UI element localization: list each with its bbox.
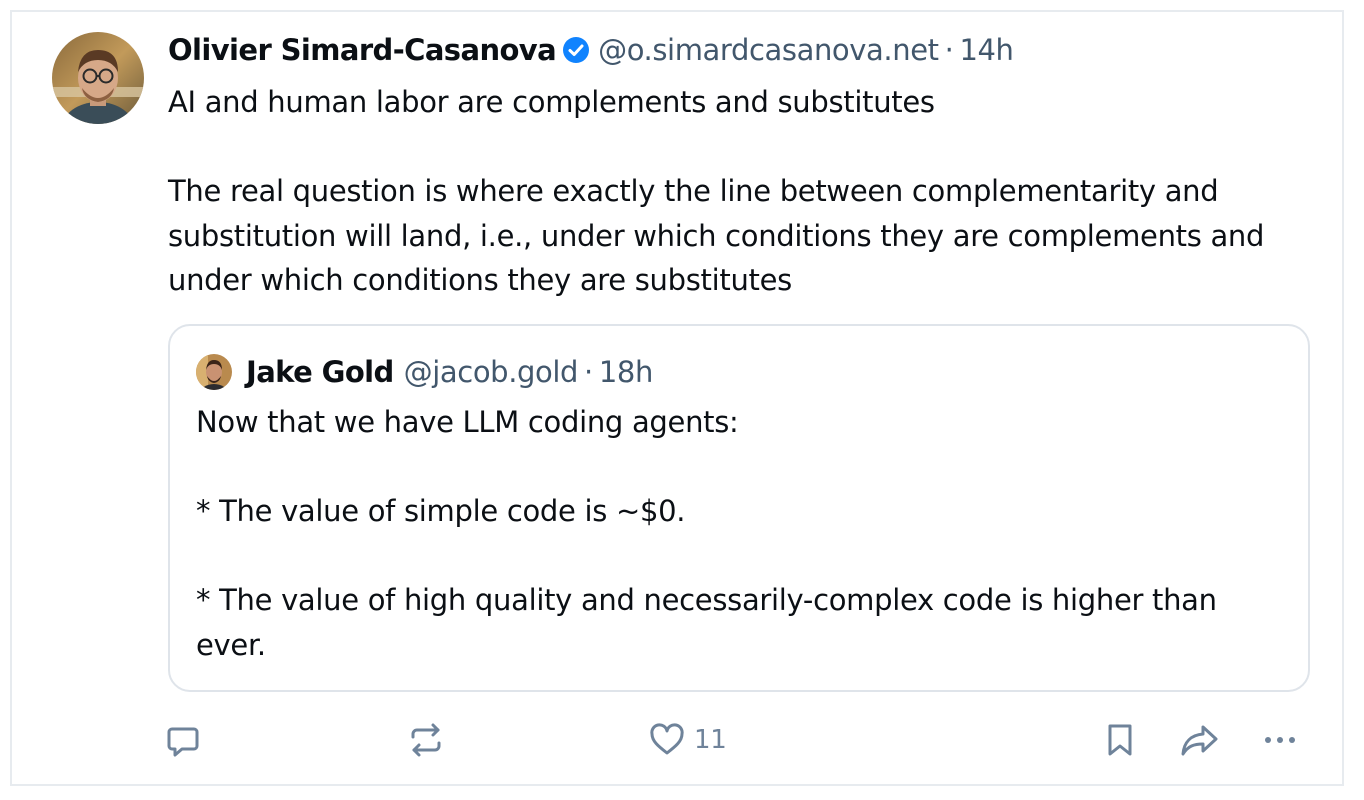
quote-body: Now that we have LLM coding agents: * Th… bbox=[196, 400, 1276, 667]
like-button[interactable]: 11 bbox=[648, 718, 727, 762]
quote-author-avatar[interactable] bbox=[196, 354, 232, 390]
more-icon bbox=[1265, 737, 1295, 743]
quote-header-separator: · bbox=[584, 355, 593, 389]
share-icon bbox=[1181, 725, 1218, 756]
reply-icon bbox=[167, 727, 199, 757]
quote-paragraph: * The value of high quality and necessar… bbox=[196, 583, 1217, 662]
author-handle[interactable]: @o.simardcasanova.net bbox=[598, 33, 939, 67]
quote-author-name[interactable]: Jake Gold bbox=[246, 355, 394, 389]
like-count: 11 bbox=[694, 725, 727, 755]
post-paragraph: The real question is where exactly the l… bbox=[168, 174, 1265, 297]
repost-button[interactable] bbox=[406, 718, 446, 762]
header-separator: · bbox=[944, 33, 954, 67]
post-body: AI and human labor are complements and s… bbox=[168, 80, 1288, 303]
reply-button[interactable] bbox=[164, 718, 202, 762]
repost-icon bbox=[411, 723, 441, 757]
heart-icon bbox=[650, 723, 684, 755]
quote-paragraph: * The value of simple code is ~$0. bbox=[196, 494, 686, 528]
verified-badge-icon[interactable] bbox=[562, 36, 590, 64]
quote-header: Jake Gold @jacob.gold · 18h bbox=[196, 352, 653, 392]
post-paragraph: AI and human labor are complements and s… bbox=[168, 85, 935, 119]
more-options-button[interactable] bbox=[1260, 718, 1300, 762]
share-button[interactable] bbox=[1180, 718, 1220, 762]
bookmark-button[interactable] bbox=[1102, 718, 1138, 762]
bookmark-icon bbox=[1108, 724, 1132, 756]
quote-time[interactable]: 18h bbox=[599, 355, 653, 389]
author-name[interactable]: Olivier Simard-Casanova bbox=[168, 33, 557, 67]
quoted-post[interactable]: Jake Gold @jacob.gold · 18h Now that we … bbox=[168, 324, 1310, 692]
post-actions: 11 bbox=[0, 718, 1364, 762]
avatar-image bbox=[52, 32, 144, 124]
quote-author-handle[interactable]: @jacob.gold bbox=[404, 355, 579, 389]
post-header: Olivier Simard-Casanova @o.simardcasanov… bbox=[168, 30, 1014, 70]
quote-paragraph: Now that we have LLM coding agents: bbox=[196, 405, 739, 439]
post-time[interactable]: 14h bbox=[959, 33, 1013, 67]
quote-avatar-image bbox=[196, 354, 232, 390]
author-avatar[interactable] bbox=[52, 32, 144, 124]
